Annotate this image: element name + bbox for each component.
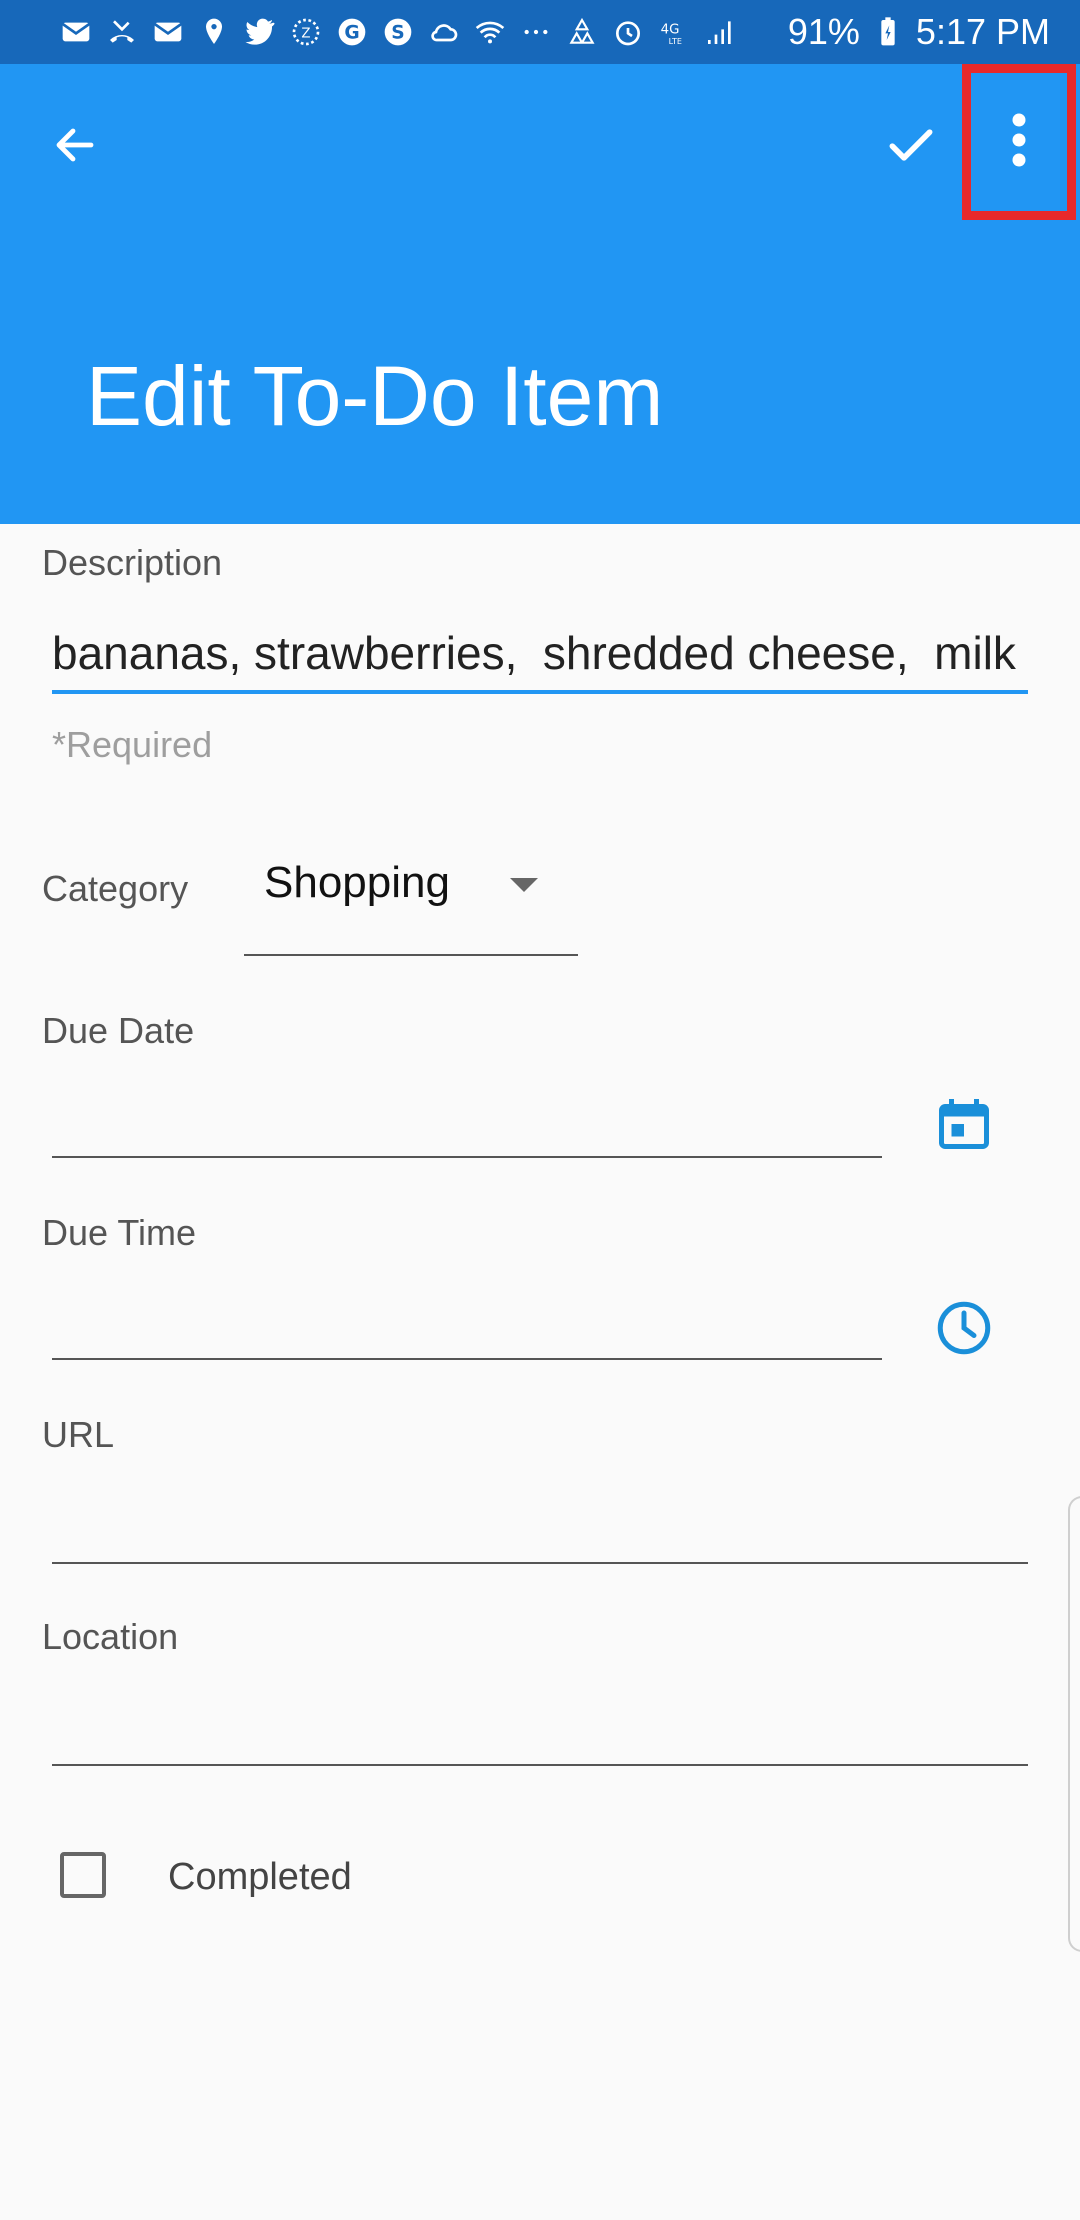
- battery-percent: 91%: [787, 11, 860, 52]
- alarm-icon: [612, 16, 644, 48]
- mail-icon: [60, 16, 92, 48]
- more-vert-icon: [1009, 110, 1029, 175]
- back-button[interactable]: [30, 102, 120, 192]
- due-time-label: Due Time: [42, 1212, 197, 1253]
- category-value: Shopping: [264, 858, 450, 907]
- required-hint: *Required: [52, 724, 213, 765]
- clock-icon[interactable]: [934, 1298, 994, 1358]
- 4g-lte-icon: 4G LTE: [658, 16, 690, 48]
- app-bar: Edit To-Do Item: [0, 64, 1080, 524]
- url-input[interactable]: [52, 1504, 1028, 1564]
- status-right: 91% 5:17 PM: [788, 11, 1050, 53]
- svg-text:4G: 4G: [661, 22, 680, 37]
- signal-icon: [704, 16, 736, 48]
- more-dots-icon: [520, 16, 552, 48]
- page-title: Edit To-Do Item: [86, 349, 664, 443]
- status-bar: Z G S 4G LTE 91% 5:17 PM: [0, 0, 1080, 64]
- location-input[interactable]: [52, 1706, 1028, 1766]
- check-icon: [883, 117, 939, 178]
- back-arrow-icon: [51, 121, 99, 174]
- notification-icons: Z G S 4G LTE: [60, 16, 788, 48]
- due-date-label: Due Date: [42, 1010, 195, 1051]
- calendar-icon[interactable]: [934, 1094, 994, 1154]
- save-check-button[interactable]: [866, 102, 956, 192]
- more-options-button[interactable]: [962, 64, 1076, 220]
- svg-text:Z: Z: [301, 26, 310, 41]
- svg-text:S: S: [391, 23, 404, 44]
- svg-text:LTE: LTE: [669, 37, 682, 46]
- completed-label: Completed: [168, 1856, 352, 1898]
- url-label: URL: [42, 1414, 115, 1455]
- recycle-icon: [566, 16, 598, 48]
- completed-checkbox[interactable]: [60, 1852, 106, 1898]
- mail-icon: [152, 16, 184, 48]
- twitter-icon: [244, 16, 276, 48]
- wifi-icon: [474, 16, 506, 48]
- description-label: Description: [42, 542, 223, 583]
- description-input[interactable]: [52, 616, 1028, 694]
- g-icon: G: [336, 16, 368, 48]
- location-icon: [198, 16, 230, 48]
- badge-icon: Z: [290, 16, 322, 48]
- dropdown-arrow-icon: [510, 878, 538, 892]
- battery-charging-icon: [872, 16, 904, 48]
- s-icon: S: [382, 16, 414, 48]
- location-label: Location: [42, 1616, 179, 1657]
- svg-text:G: G: [344, 23, 359, 44]
- missed-call-icon: [106, 16, 138, 48]
- category-dropdown[interactable]: Shopping: [244, 850, 578, 956]
- due-time-input[interactable]: [52, 1300, 882, 1360]
- cloud-icon: [428, 16, 460, 48]
- due-date-input[interactable]: [52, 1098, 882, 1158]
- edge-panel-handle[interactable]: [1068, 1496, 1080, 1952]
- clock-time: 5:17 PM: [915, 11, 1050, 52]
- category-label: Category: [42, 868, 189, 909]
